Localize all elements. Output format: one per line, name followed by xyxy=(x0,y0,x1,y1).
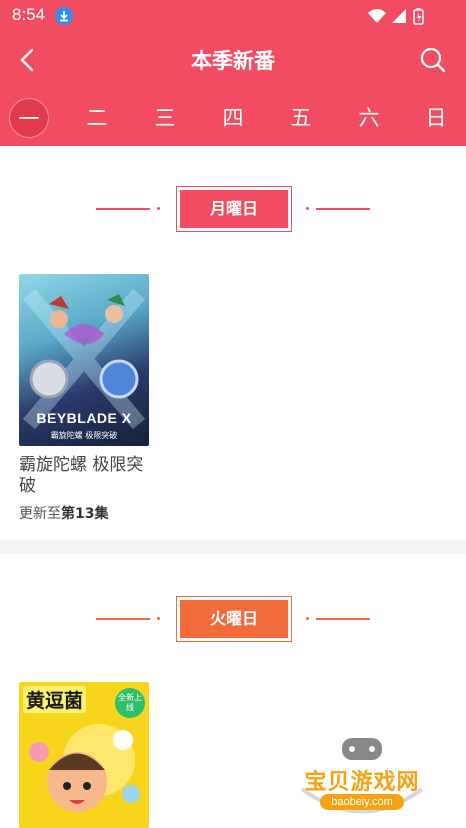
cover-logo-text: BEYBLADE X xyxy=(36,410,132,426)
app-bar: 本季新番 xyxy=(0,32,466,90)
tab-monday[interactable]: 一 xyxy=(9,98,49,138)
signal-icon xyxy=(392,9,406,23)
tab-tuesday[interactable]: 二 xyxy=(77,98,117,138)
cover-subtitle: 霸旋陀螺 极限突破 xyxy=(50,431,118,440)
tab-saturday[interactable]: 六 xyxy=(349,98,389,138)
watermark-logo: 宝贝游戏网 baobeiy.com xyxy=(292,734,432,824)
divider-line xyxy=(316,208,370,210)
section-tag: 火曜日 xyxy=(176,596,292,642)
wifi-icon xyxy=(368,9,386,23)
weekday-tabs: 一 二 三 四 五 六 日 xyxy=(0,90,466,146)
anime-card[interactable]: BEYBLADE X 霸旋陀螺 极限突破 霸旋陀螺 极限突破 更新至第13集 xyxy=(19,274,149,523)
episode-number: 第13集 xyxy=(61,506,109,522)
tab-thursday[interactable]: 四 xyxy=(213,98,253,138)
cover-title-text: 黄逗菌 xyxy=(23,686,87,713)
anime-card[interactable]: 黄逗菌 全新上线 xyxy=(19,682,149,828)
episode-info: 更新至第13集 xyxy=(19,506,109,522)
watermark-text: 宝贝游戏网 xyxy=(304,770,420,795)
anime-cover[interactable]: 黄逗菌 全新上线 xyxy=(19,682,149,828)
section-header-monday: 月曜日 xyxy=(0,186,466,234)
search-button[interactable] xyxy=(418,45,448,75)
section-label: 月曜日 xyxy=(180,190,288,228)
page-title: 本季新番 xyxy=(191,49,275,73)
divider-line xyxy=(316,618,370,620)
divider-line xyxy=(96,618,150,620)
section-header-tuesday: 火曜日 xyxy=(0,596,466,644)
system-icons xyxy=(366,7,436,29)
search-icon xyxy=(420,47,446,73)
divider-line xyxy=(96,208,150,210)
status-time: 8:54 xyxy=(12,5,46,24)
anime-cover[interactable]: BEYBLADE X 霸旋陀螺 极限突破 xyxy=(19,274,149,446)
tab-sunday[interactable]: 日 xyxy=(416,98,456,138)
section-divider xyxy=(0,540,466,554)
watermark-url: baobeiy.com xyxy=(320,794,404,810)
battery-icon xyxy=(413,8,424,25)
section-label: 火曜日 xyxy=(180,600,288,638)
tab-friday[interactable]: 五 xyxy=(281,98,321,138)
anime-title[interactable]: 霸旋陀螺 极限突破 xyxy=(19,455,149,497)
cover-badge: 全新上线 xyxy=(115,688,145,718)
section-tag: 月曜日 xyxy=(176,186,292,232)
tab-wednesday[interactable]: 三 xyxy=(145,98,185,138)
download-icon xyxy=(55,7,73,25)
status-bar: 8:54 xyxy=(0,0,466,32)
